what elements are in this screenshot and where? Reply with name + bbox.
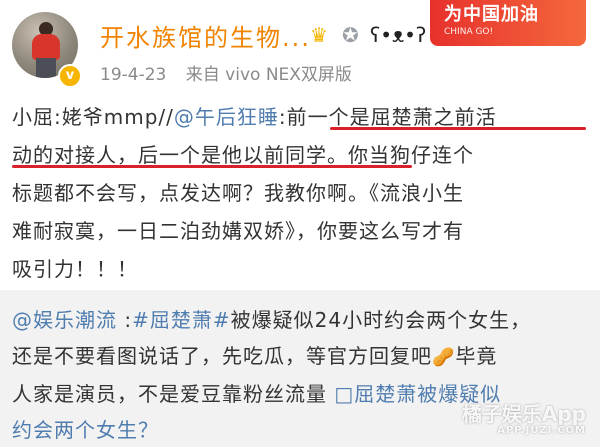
- post-line-5: 吸引力！！！: [12, 257, 138, 281]
- post-line-1: 小屈:姥爷mmp//@午后狂睡:前一个是屈楚萧之前活: [12, 98, 588, 136]
- red-underline: [330, 127, 586, 130]
- link-icon[interactable]: □: [334, 382, 354, 406]
- post-line-4: 难耐寂寞，一日二泊劲媾双娇》，你要这么写才有: [12, 219, 464, 243]
- red-underline: [12, 165, 412, 168]
- retweet-mention-link[interactable]: @娱乐潮流: [12, 308, 117, 332]
- username[interactable]: 开水族馆的生物...: [100, 18, 311, 53]
- retweet-text-part: 还是不要看图说话了，先吃瓜，等官方回复吧: [12, 344, 432, 368]
- post-source[interactable]: 来自 vivo NEX双屏版: [186, 65, 352, 85]
- post-line-2: 动的对接人，后一个是他以前同学。你当狗仔连个: [12, 143, 474, 167]
- post-line-3: 标题都不会写，点发达啊？我教你啊。《流浪小生: [12, 181, 464, 205]
- emoji-icon: 🥜: [432, 347, 456, 368]
- medal-icon[interactable]: ✪: [342, 24, 359, 46]
- retweet-text-part: :: [117, 308, 133, 332]
- banner-subtitle: CHINA GO!: [444, 27, 494, 37]
- banner-title: 为中国加油: [444, 4, 539, 25]
- hashtag-link[interactable]: #屈楚萧#: [132, 308, 231, 332]
- avatar-figure-legs: [36, 58, 56, 78]
- retweet-line-1: @娱乐潮流 :#屈楚萧#被爆疑似24小时约会两个女生，: [12, 302, 590, 338]
- crown-icon[interactable]: ♛: [310, 24, 328, 46]
- panda-icon[interactable]: ʕ•ᴥ•ʔ: [370, 24, 426, 46]
- post-date: 19-4-23: [100, 65, 167, 85]
- retweet-text-part: 人家是演员，不是爱豆靠粉丝流量: [12, 382, 327, 406]
- retweet-text-part: 被爆疑似24小时约会两个女生，: [230, 308, 532, 332]
- post-meta: 19-4-23 来自 vivo NEX双屏版: [100, 60, 352, 85]
- post-text: :前一个是屈楚萧之前活: [278, 105, 497, 129]
- promo-banner[interactable]: 为中国加油 CHINA GO!: [430, 0, 586, 46]
- watermark: 橘子娱乐App APP.JUZI.COM: [462, 403, 586, 437]
- post-header: v 开水族馆的生物... ♛ ✪ ʕ•ᴥ•ʔ 为中国加油 CHINA GO! 1…: [0, 0, 600, 92]
- watermark-url: APP.JUZI.COM: [497, 425, 586, 436]
- watermark-logo-text: 橘子娱乐App: [461, 402, 586, 426]
- avatar-figure-body: [32, 34, 60, 60]
- post-text: 小屈:姥爷mmp//: [12, 105, 174, 129]
- retweet-text-part: 毕竟: [455, 344, 498, 368]
- mention-link[interactable]: @午后狂睡: [174, 105, 279, 129]
- retweet-line-2: 还是不要看图说话了，先吃瓜，等官方回复吧🥜毕竟: [12, 338, 590, 376]
- verified-badge-icon: v: [58, 64, 82, 88]
